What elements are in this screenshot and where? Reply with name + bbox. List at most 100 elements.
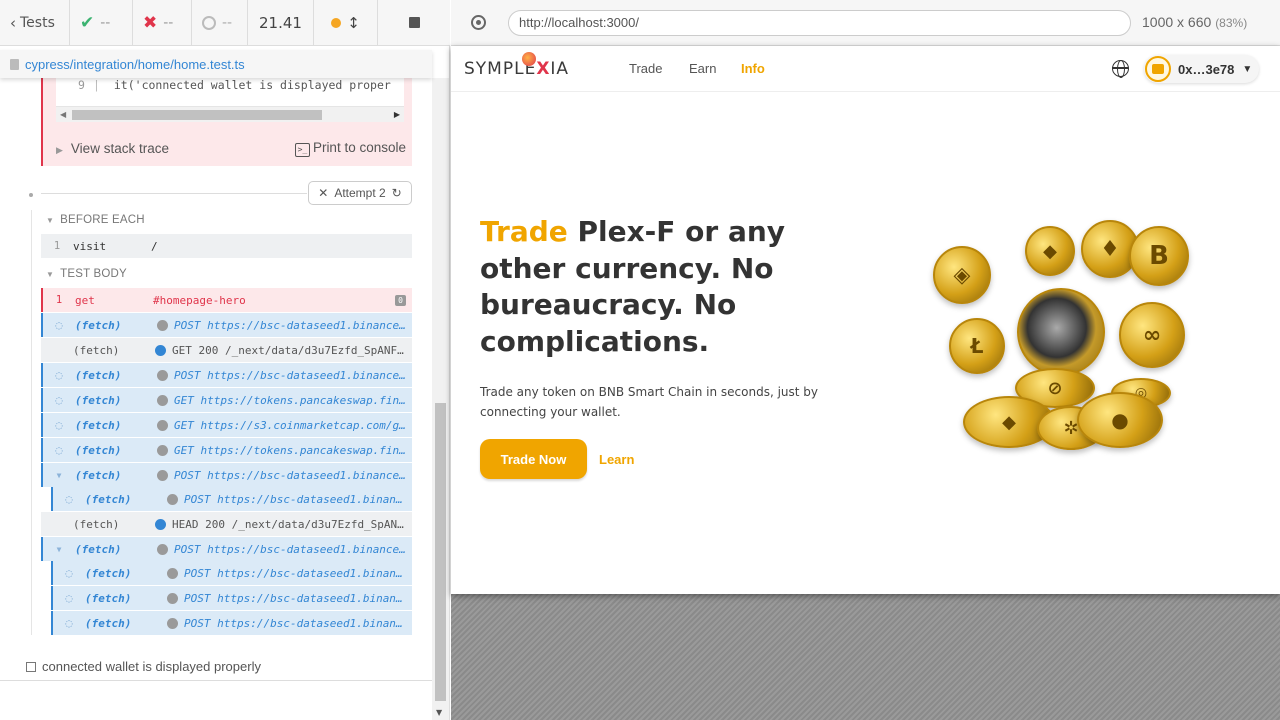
litecoin-coin: Ł bbox=[949, 318, 1005, 374]
fetch-group-row[interactable]: ▼ (fetch) POST https://bsc-dataseed1.bin… bbox=[41, 537, 412, 561]
spec-path-bar: cypress/integration/home/home.test.ts bbox=[0, 50, 432, 78]
scroll-down-icon[interactable]: ▼ bbox=[436, 708, 442, 717]
error-block: 9 | it('connected wallet is displayed prop… bbox=[41, 78, 412, 166]
fetch-row[interactable]: ◌ (fetch) POST https://bsc-dataseed1.bin… bbox=[41, 363, 412, 387]
request-url: /_next/data/d3u7Ezfd_SpANF… bbox=[224, 343, 404, 357]
command-get[interactable]: 1 get #homepage-hero 0 bbox=[41, 288, 412, 312]
test-body-label: TEST BODY bbox=[60, 268, 127, 280]
bnb-coin: ◈ bbox=[933, 246, 991, 304]
symplexia-logo[interactable]: SYMPLEXIA bbox=[464, 52, 569, 79]
test-body-hook[interactable]: ▼ TEST BODY bbox=[46, 268, 127, 280]
request-url: https://bsc-dataseed1.binance… bbox=[207, 468, 406, 482]
request-text: GET 200 /_next/data/d3u7Ezfd_SpANF… bbox=[172, 344, 412, 357]
status-dot bbox=[167, 567, 178, 579]
wallet-icon bbox=[1145, 56, 1171, 82]
test-title-row[interactable]: connected wallet is displayed properly bbox=[26, 659, 261, 674]
stack-trace-row: ▶ View stack trace >_ Print to console bbox=[56, 138, 406, 158]
status-dot bbox=[157, 469, 168, 481]
logo-text: SYMPLEXIA bbox=[464, 59, 569, 79]
spinner-icon: ◌ bbox=[65, 616, 73, 630]
failed-count: -- bbox=[163, 14, 174, 31]
spec-path-link[interactable]: cypress/integration/home/home.test.ts bbox=[25, 57, 245, 72]
fetch-row[interactable]: ◌ (fetch) GET https://tokens.pancakeswap… bbox=[41, 438, 412, 462]
scroll-right-icon[interactable]: ▶ bbox=[394, 110, 400, 119]
scroll-thumb[interactable] bbox=[72, 110, 322, 120]
hero-subtitle: Trade any token on BNB Smart Chain in se… bbox=[480, 385, 818, 419]
fetch-row[interactable]: ◌ (fetch) POST https://bsc-dataseed1.bin… bbox=[51, 586, 412, 610]
request-method: GET bbox=[174, 393, 194, 407]
request-method: POST bbox=[174, 318, 201, 332]
request-url: https://bsc-dataseed1.binance… bbox=[207, 542, 406, 556]
file-icon bbox=[10, 58, 19, 70]
caret-down-icon: ▼ bbox=[46, 269, 55, 279]
status-dot bbox=[167, 617, 178, 629]
site-navbar: SYMPLEXIA Trade Earn Info 0x…3e78 ▼ bbox=[451, 46, 1280, 92]
request-text: POST https://bsc-dataseed1.binanc… bbox=[184, 592, 412, 605]
crypto-coins-image: ◈ ◆ ♦ B Ł ∞ ⊘ ◎ ◆ ✲ ● bbox=[921, 206, 1221, 466]
request-url: https://s3.coinmarketcap.com/g… bbox=[200, 418, 406, 432]
pending-stat: -- bbox=[192, 0, 248, 45]
test-title: connected wallet is displayed properly bbox=[42, 659, 261, 674]
reporter-vertical-scrollbar[interactable]: ▼ bbox=[432, 78, 449, 720]
attempt-bullet bbox=[29, 193, 33, 197]
tests-back-button[interactable]: ‹ Tests bbox=[0, 0, 70, 45]
request-url: https://tokens.pancakeswap.fin… bbox=[200, 443, 406, 457]
fetch-row[interactable]: ◌ (fetch) POST https://bsc-dataseed1.bin… bbox=[51, 487, 412, 511]
viewport-info[interactable]: 1000 x 660 (83%) bbox=[1142, 14, 1247, 30]
fetch-row[interactable]: ◌ (fetch) POST https://bsc-dataseed1.bin… bbox=[51, 611, 412, 635]
request-method: POST bbox=[184, 566, 211, 580]
fetch-row[interactable]: ◌ (fetch) GET https://s3.coinmarketcap.c… bbox=[41, 413, 412, 437]
fetch-row[interactable]: ◌ (fetch) GET https://tokens.pancakeswap… bbox=[41, 388, 412, 412]
logo-x: X bbox=[536, 59, 551, 79]
fetch-row[interactable]: ◌ (fetch) POST https://bsc-dataseed1.bin… bbox=[51, 561, 412, 585]
fetch-label: (fetch) bbox=[75, 393, 122, 407]
command-visit[interactable]: 1 visit / bbox=[41, 234, 412, 258]
fetch-label: (fetch) bbox=[75, 318, 122, 332]
request-method: POST bbox=[184, 591, 211, 605]
view-stack-trace-toggle[interactable]: ▶ View stack trace bbox=[56, 141, 169, 156]
reporter-bottom-divider bbox=[0, 680, 432, 681]
fetch-row[interactable]: (fetch) HEAD 200 /_next/data/d3u7Ezfd_Sp… bbox=[41, 512, 412, 536]
trade-now-button[interactable]: Trade Now bbox=[480, 439, 587, 479]
request-text: POST https://bsc-dataseed1.binanc… bbox=[184, 567, 412, 580]
duration: 21.41 bbox=[248, 0, 314, 45]
request-method: GET bbox=[174, 443, 194, 457]
scroll-left-icon[interactable]: ◀ bbox=[60, 110, 66, 119]
wallet-button[interactable]: 0x…3e78 ▼ bbox=[1144, 55, 1259, 83]
attempt-2-tag[interactable]: ✕ Attempt 2 ↻ bbox=[308, 181, 412, 205]
auto-scroll-toggle[interactable]: ↕ bbox=[314, 0, 378, 45]
request-method: HEAD 200 bbox=[172, 517, 225, 531]
fetch-label: (fetch) bbox=[85, 591, 132, 605]
nav-trade[interactable]: Trade bbox=[629, 61, 662, 76]
center-coin bbox=[1017, 288, 1105, 376]
print-to-console-button[interactable]: >_ Print to console bbox=[294, 140, 406, 157]
coin: ◆ bbox=[1025, 226, 1075, 276]
command-number: 1 bbox=[55, 294, 63, 306]
spinner-icon: ◌ bbox=[55, 318, 63, 332]
request-method: GET 200 bbox=[172, 343, 219, 357]
globe-icon[interactable] bbox=[1112, 60, 1129, 78]
scroll-thumb[interactable] bbox=[435, 403, 446, 701]
caret-down-icon[interactable]: ▼ bbox=[43, 471, 75, 480]
refresh-icon: ↻ bbox=[391, 186, 402, 200]
nav-info[interactable]: Info bbox=[741, 61, 765, 76]
fetch-row[interactable]: (fetch) GET 200 /_next/data/d3u7Ezfd_SpA… bbox=[41, 338, 412, 362]
url-bar[interactable]: http://localhost:3000/ bbox=[508, 10, 1131, 36]
before-each-hook[interactable]: ▼ BEFORE EACH bbox=[46, 214, 145, 226]
test-status-checkbox bbox=[26, 661, 36, 672]
caret-down-icon[interactable]: ▼ bbox=[43, 545, 75, 554]
learn-link[interactable]: Learn bbox=[599, 452, 634, 467]
request-text: POST https://bsc-dataseed1.binanc… bbox=[184, 617, 412, 630]
failed-stat: ✖ -- bbox=[133, 0, 192, 45]
fetch-group-row[interactable]: ▼ (fetch) POST https://bsc-dataseed1.bin… bbox=[41, 463, 412, 487]
code-horizontal-scrollbar[interactable]: ◀ ▶ bbox=[56, 106, 404, 122]
runner-topbar: ‹ Tests ✔ -- ✖ -- -- 21.41 ↕ bbox=[0, 0, 450, 46]
target-icon[interactable] bbox=[471, 15, 486, 30]
stop-button[interactable] bbox=[378, 0, 450, 45]
fetch-row[interactable]: ◌ (fetch) POST https://bsc-dataseed1.bin… bbox=[41, 313, 412, 337]
command-message: / bbox=[151, 239, 158, 253]
tests-label: Tests bbox=[20, 14, 55, 31]
coin: ∞ bbox=[1119, 302, 1185, 368]
nav-earn[interactable]: Earn bbox=[689, 61, 716, 76]
request-method: POST bbox=[174, 542, 201, 556]
